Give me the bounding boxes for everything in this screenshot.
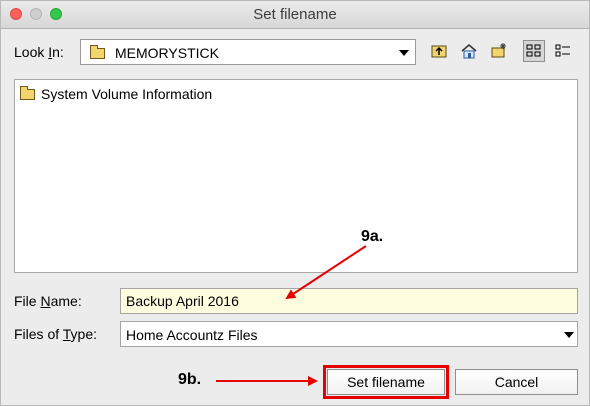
set-filename-dialog: Set filename Look In: MEMORYSTICK System… xyxy=(0,0,590,406)
annotation-arrows xyxy=(216,245,367,386)
annotation-arrow-9a xyxy=(285,245,367,300)
